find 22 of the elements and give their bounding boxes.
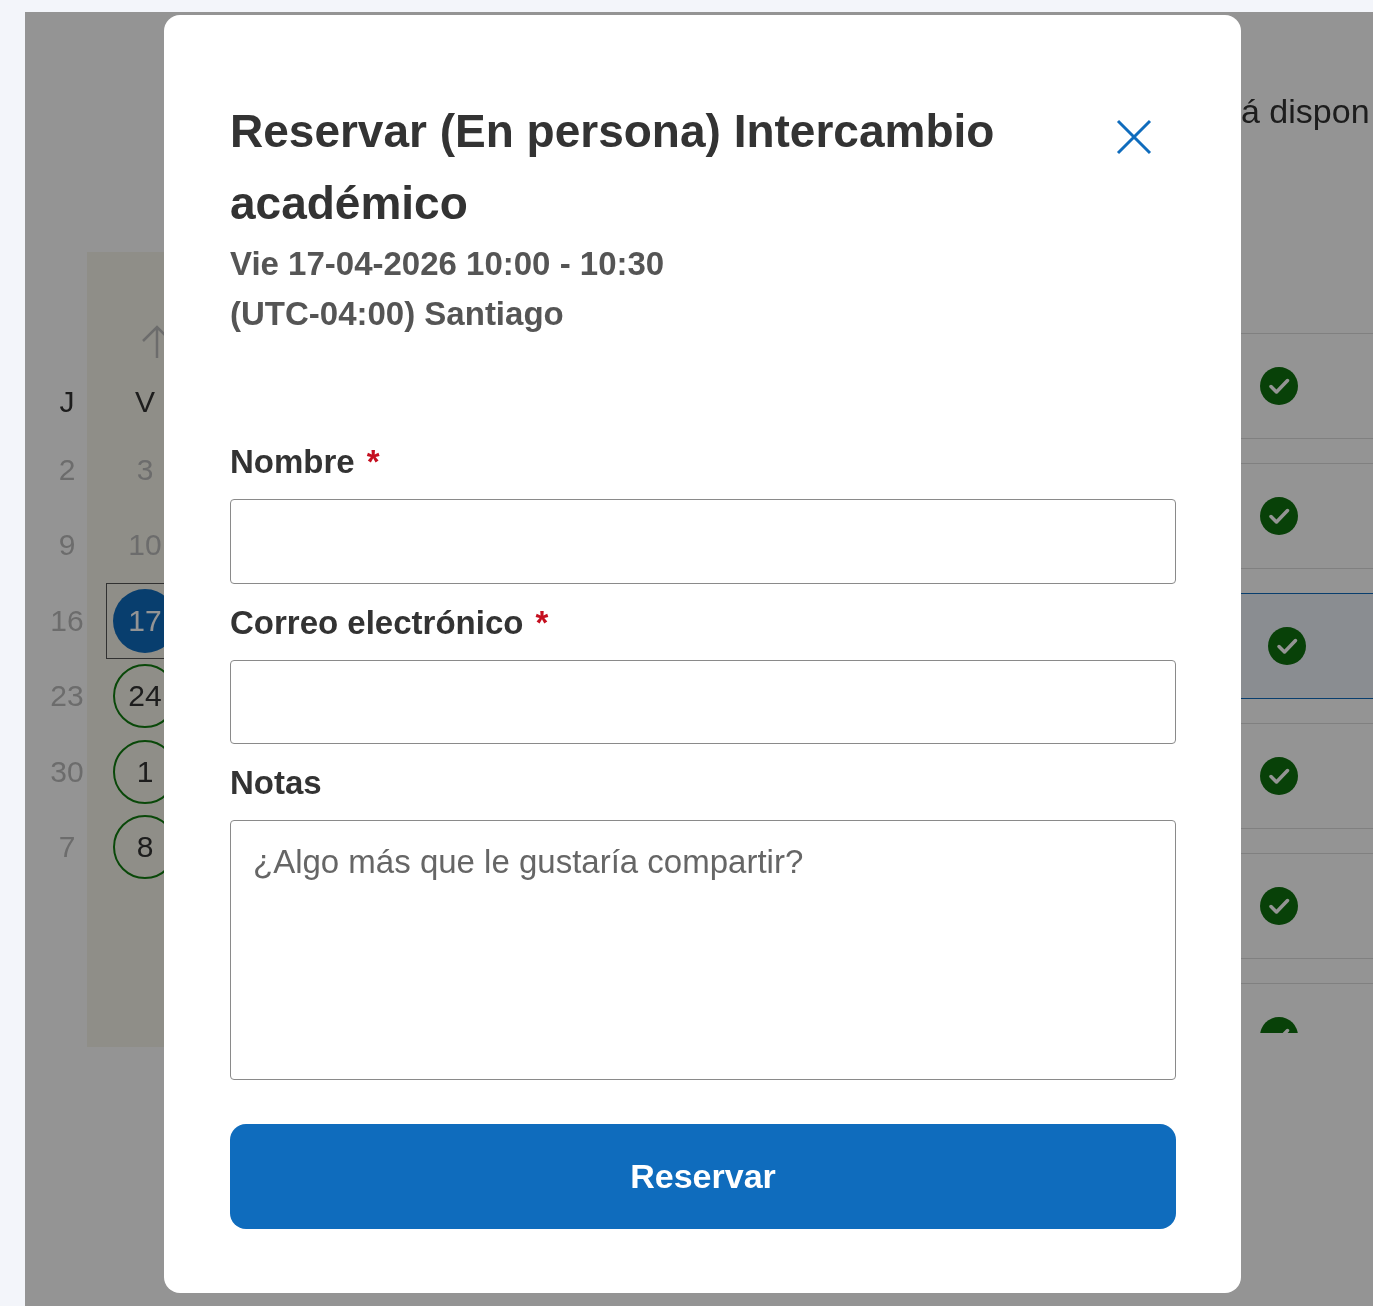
check-circle-icon	[1259, 496, 1299, 536]
dialog-title: Reservar (En persona) Intercambio académico	[230, 104, 996, 231]
required-mark: *	[366, 442, 380, 482]
submit-button[interactable]: Reservar	[230, 1123, 1176, 1229]
close-button[interactable]	[1114, 117, 1154, 157]
check-circle-icon	[1259, 886, 1299, 926]
notes-field[interactable]: ¿Algo más que le gustaría compartir?	[230, 820, 1176, 1080]
required-mark: *	[535, 602, 549, 643]
timezone-text: (UTC-04:00) Santiago	[230, 294, 565, 334]
check-circle-icon	[1259, 366, 1299, 406]
time-slot[interactable]	[1241, 593, 1373, 699]
weekday-label: J	[58, 384, 76, 420]
text-field[interactable]	[230, 499, 1176, 584]
availability-text: á dispon	[1241, 92, 1371, 132]
field-label: Nombre	[230, 442, 355, 482]
date-time-text: Vie 17-04-2026 10:00 - 10:30	[230, 244, 666, 284]
weekday-label: V	[134, 384, 156, 420]
check-circle-icon	[1267, 626, 1307, 666]
check-circle-icon	[1259, 756, 1299, 796]
field-label: Correo electrónico	[230, 602, 524, 643]
field-label: Notas	[230, 763, 322, 804]
text-field[interactable]	[230, 659, 1176, 745]
